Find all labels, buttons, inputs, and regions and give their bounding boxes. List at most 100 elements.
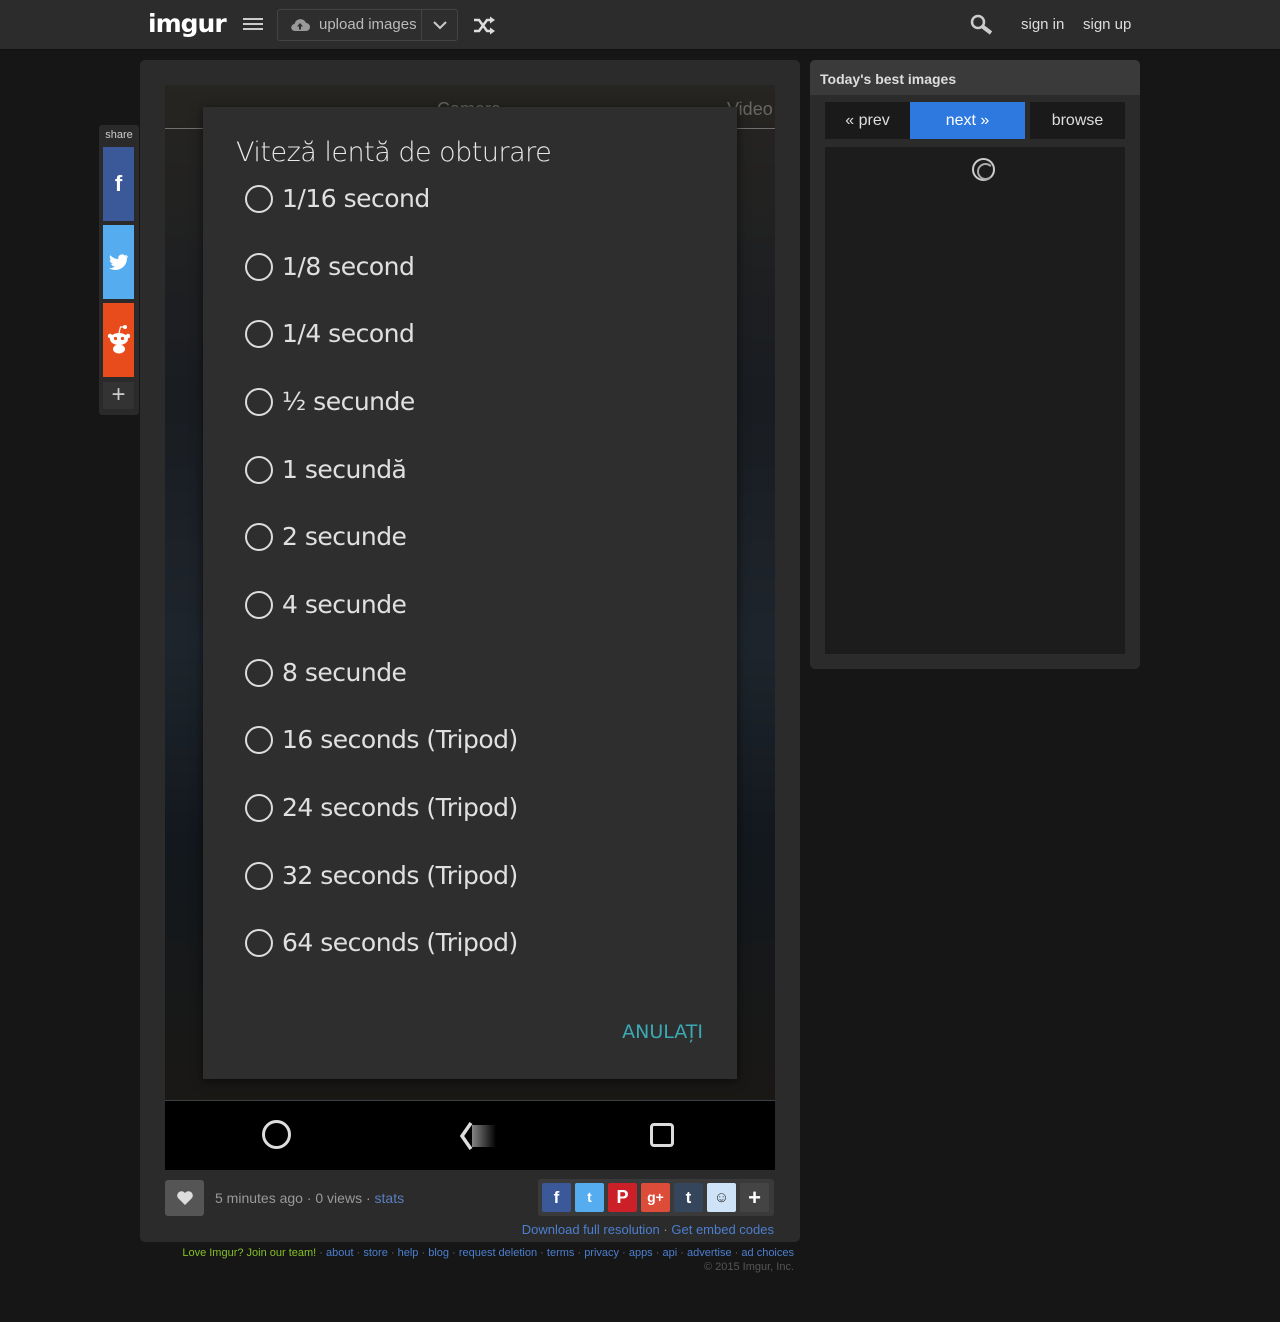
radio-button[interactable] [245,253,273,281]
upload-dropdown-button[interactable] [421,9,458,41]
option-item[interactable]: 8 secunde [243,653,703,693]
more-share-icon[interactable]: + [740,1183,769,1212]
radio-button[interactable] [245,388,273,416]
heart-icon [177,1191,193,1205]
shutter-speed-dialog: Viteză lentă de obturare 1/16 second 1/8… [203,107,737,1079]
share-facebook-button[interactable]: f [103,147,134,221]
prev-button[interactable]: « prev [825,102,910,139]
option-label: 4 secunde [282,590,407,619]
pinterest-share-icon[interactable]: P [608,1183,637,1212]
radio-button[interactable] [245,185,273,213]
option-item[interactable]: ½ secunde [243,382,703,422]
footer-link-request-deletion[interactable]: request deletion [459,1247,537,1259]
imgur-logo[interactable]: imgur [148,9,227,38]
option-label: 64 seconds (Tripod) [282,928,518,957]
radio-button[interactable] [245,794,273,822]
option-item[interactable]: 24 seconds (Tripod) [243,788,703,828]
twitter-share-icon[interactable]: t [575,1183,604,1212]
share-twitter-button[interactable] [103,225,134,299]
footer-link-privacy[interactable]: privacy [584,1247,619,1259]
twitter-icon [108,254,128,270]
search-icon[interactable] [970,14,994,36]
radio-button[interactable] [245,862,273,890]
option-label: 16 seconds (Tripod) [282,725,518,754]
footer-links: Love Imgur? Join our team! · about · sto… [182,1247,794,1259]
recent-apps-icon[interactable] [650,1123,674,1147]
join-team-link[interactable]: Love Imgur? Join our team! [182,1247,316,1259]
share-label: share [105,129,133,141]
radio-button[interactable] [245,523,273,551]
download-embed-links: Download full resolution · Get embed cod… [522,1222,774,1237]
todays-best-panel: Today's best images « prev next » browse [810,60,1140,669]
stats-link[interactable]: stats [375,1190,405,1206]
option-label: 24 seconds (Tripod) [282,793,518,822]
option-label: 1/4 second [282,319,415,348]
option-label: 1/8 second [282,252,415,281]
sign-up-link[interactable]: sign up [1083,16,1131,33]
footer-link-api[interactable]: api [662,1247,677,1259]
footer-link-advertise[interactable]: advertise [687,1247,732,1259]
radio-button[interactable] [245,929,273,957]
option-label: 1/16 second [282,184,430,213]
top-bar: imgur upload images sign in sign up [0,0,1280,50]
cancel-button[interactable]: ANULAȚI [622,1021,703,1043]
footer-link-about[interactable]: about [326,1247,354,1259]
back-icon[interactable] [458,1119,498,1153]
loading-spinner-icon [972,158,995,181]
radio-button[interactable] [245,591,273,619]
option-item[interactable]: 1 secundă [243,450,703,490]
option-label: ½ secunde [282,387,415,416]
panel-title: Today's best images [820,71,957,87]
option-item[interactable]: 32 seconds (Tripod) [243,856,703,896]
facebook-share-icon[interactable]: f [542,1183,571,1212]
upload-images-label: upload images [319,16,417,33]
home-icon[interactable] [262,1120,291,1149]
option-label: 32 seconds (Tripod) [282,861,518,890]
option-item[interactable]: 4 secunde [243,585,703,625]
cloud-upload-icon [291,19,310,32]
dialog-title: Viteză lentă de obturare [236,137,552,168]
browse-button[interactable]: browse [1030,102,1125,139]
time-and-views: 5 minutes ago · 0 views · [215,1190,371,1206]
image-meta: 5 minutes ago · 0 views · stats [215,1190,404,1206]
radio-button[interactable] [245,726,273,754]
footer-link-blog[interactable]: blog [428,1247,449,1259]
share-sidebar: share f + [99,125,139,415]
option-label: 8 secunde [282,658,407,687]
random-shuffle-icon[interactable] [472,15,496,37]
posted-screenshot[interactable]: Camera Video Viteză lentă de obturare 1/… [165,85,775,1170]
footer-link-help[interactable]: help [398,1247,419,1259]
android-nav-bar [165,1101,775,1170]
tumblr-share-icon[interactable]: t [674,1183,703,1212]
separator: · [663,1222,668,1237]
footer-link-ad-choices[interactable]: ad choices [741,1247,794,1259]
option-item[interactable]: 1/16 second [243,179,703,219]
next-button[interactable]: next » [910,102,1025,139]
sign-in-link[interactable]: sign in [1021,16,1064,33]
option-item[interactable]: 1/8 second [243,247,703,287]
best-images-area [825,147,1125,654]
share-reddit-button[interactable] [103,303,134,377]
download-full-resolution-link[interactable]: Download full resolution [522,1222,660,1237]
social-share-row: f t P g+ t ☺ + [538,1179,774,1216]
option-item[interactable]: 16 seconds (Tripod) [243,720,703,760]
upload-images-button[interactable]: upload images [277,9,422,41]
radio-button[interactable] [245,456,273,484]
radio-button[interactable] [245,659,273,687]
option-item[interactable]: 1/4 second [243,314,703,354]
menu-icon[interactable] [243,18,263,32]
google-plus-share-icon[interactable]: g+ [641,1183,670,1212]
reddit-alien-icon [107,325,130,354]
radio-button[interactable] [245,320,273,348]
option-item[interactable]: 64 seconds (Tripod) [243,923,703,963]
option-item[interactable]: 2 secunde [243,517,703,557]
footer-link-terms[interactable]: terms [547,1247,575,1259]
chevron-down-icon [433,21,447,30]
reddit-share-icon[interactable]: ☺ [707,1183,736,1212]
favorite-button[interactable] [165,1180,204,1216]
share-more-button[interactable]: + [103,382,134,409]
get-embed-codes-link[interactable]: Get embed codes [671,1222,774,1237]
footer-link-apps[interactable]: apps [629,1247,653,1259]
option-label: 1 secundă [282,455,407,484]
footer-link-store[interactable]: store [363,1247,387,1259]
